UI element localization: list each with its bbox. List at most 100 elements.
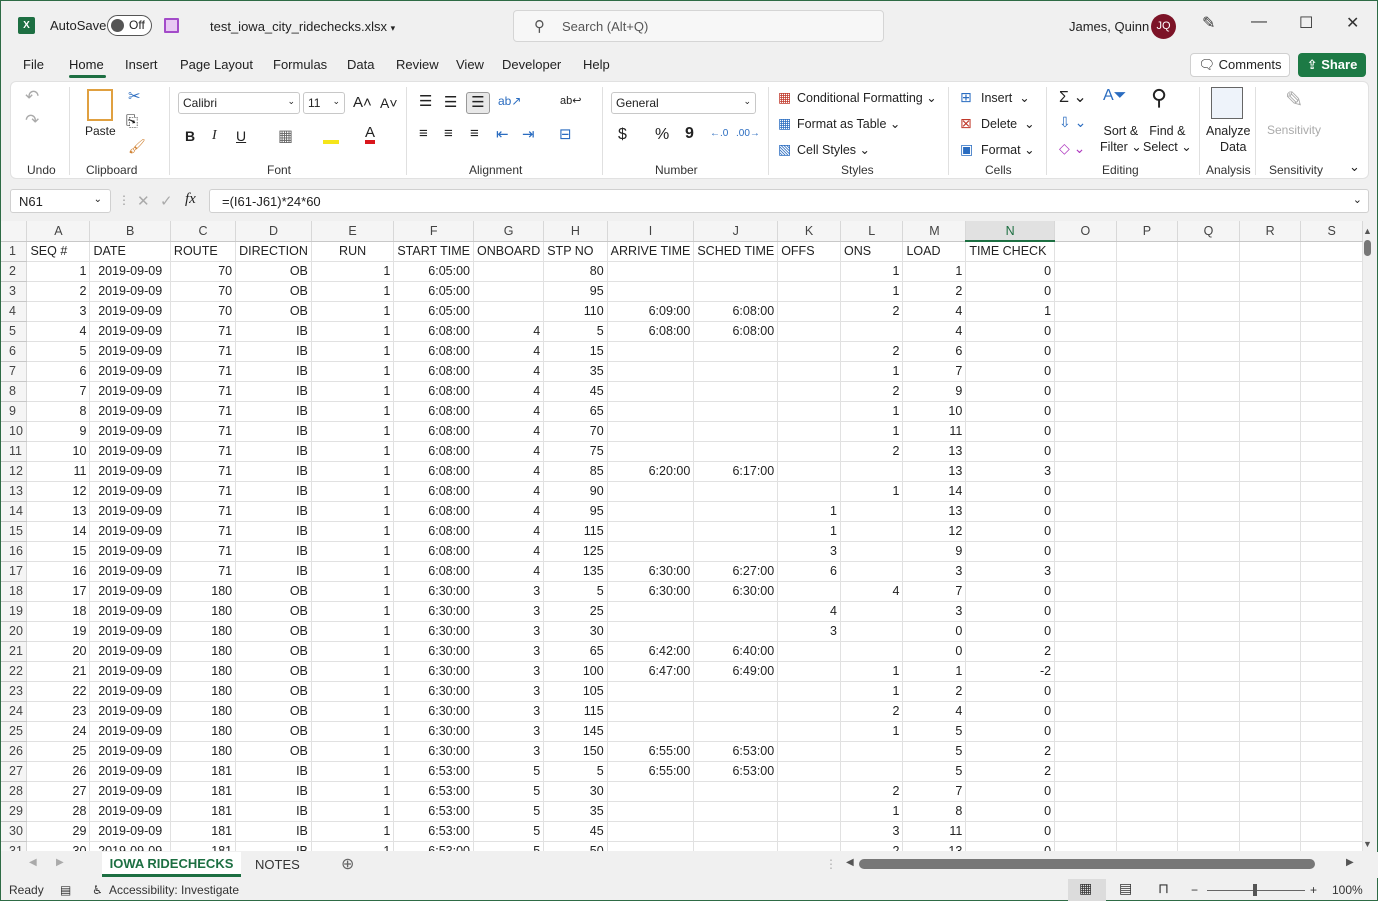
decrease-decimal-icon[interactable]: .00→ xyxy=(736,128,760,139)
cell[interactable] xyxy=(1054,481,1117,502)
cell[interactable]: 1 xyxy=(311,741,395,762)
row-header[interactable]: 9 xyxy=(1,401,28,422)
cell[interactable]: IB xyxy=(235,361,312,382)
split-handle-icon[interactable]: ⋮ xyxy=(825,857,837,871)
cell[interactable] xyxy=(607,681,695,702)
cell[interactable]: 1 xyxy=(311,421,395,442)
cell[interactable]: 6:08:00 xyxy=(393,341,475,362)
cell[interactable] xyxy=(840,741,904,762)
cell[interactable]: 1 xyxy=(840,281,904,302)
cell[interactable] xyxy=(1116,381,1179,402)
increase-font-icon[interactable]: A˄ xyxy=(353,94,372,111)
cell[interactable]: 2019-09-09 xyxy=(89,361,171,382)
cell[interactable]: 2019-09-09 xyxy=(89,601,171,622)
cell[interactable]: 2019-09-09 xyxy=(89,381,171,402)
cell[interactable] xyxy=(693,341,779,362)
cell[interactable] xyxy=(1177,461,1240,482)
cell[interactable] xyxy=(1239,841,1302,851)
cell[interactable] xyxy=(1116,301,1179,322)
cell[interactable]: 6:55:00 xyxy=(607,761,695,782)
cell[interactable]: 3 xyxy=(473,581,545,602)
cell[interactable] xyxy=(1116,761,1179,782)
cell[interactable]: 75 xyxy=(543,441,608,462)
autosum-icon[interactable]: Σ ⌄ xyxy=(1059,87,1087,107)
cell[interactable] xyxy=(1177,841,1240,851)
cell[interactable] xyxy=(607,281,695,302)
cell[interactable] xyxy=(840,521,904,542)
cell[interactable]: 71 xyxy=(170,501,237,522)
cell[interactable] xyxy=(1300,301,1363,322)
cell[interactable]: 1 xyxy=(777,501,841,522)
tab-home[interactable]: Home xyxy=(69,57,104,72)
cell[interactable]: 6:27:00 xyxy=(693,561,779,582)
cell[interactable]: 21 xyxy=(26,661,91,682)
row-header[interactable]: 14 xyxy=(1,501,28,522)
cell[interactable]: 71 xyxy=(170,381,237,402)
cell[interactable] xyxy=(777,441,841,462)
cell[interactable] xyxy=(1116,481,1179,502)
cell[interactable]: 6:08:00 xyxy=(393,421,475,442)
cell[interactable] xyxy=(1177,321,1240,342)
cell[interactable]: 13 xyxy=(902,461,967,482)
cell[interactable]: 6:08:00 xyxy=(393,521,475,542)
cell[interactable] xyxy=(1300,821,1363,842)
cell[interactable] xyxy=(777,261,841,282)
cell[interactable]: 3 xyxy=(473,621,545,642)
column-header[interactable]: J xyxy=(693,221,779,242)
cell[interactable]: 16 xyxy=(26,561,91,582)
cell[interactable] xyxy=(1300,521,1363,542)
cell[interactable]: 15 xyxy=(543,341,608,362)
cell[interactable] xyxy=(1177,421,1240,442)
zoom-slider-thumb[interactable] xyxy=(1253,884,1257,896)
row-header[interactable]: 23 xyxy=(1,681,28,702)
cell[interactable] xyxy=(693,441,779,462)
wrap-text-icon[interactable]: ab↩ xyxy=(560,94,581,107)
format-cells-button[interactable]: Format ⌄ xyxy=(981,142,1035,157)
cell[interactable]: 14 xyxy=(902,481,967,502)
header-cell[interactable]: DIRECTION xyxy=(235,241,312,262)
cell[interactable]: IB xyxy=(235,841,312,851)
cell[interactable]: 0 xyxy=(902,641,967,662)
row-header[interactable]: 1 xyxy=(1,241,28,262)
cell[interactable]: OB xyxy=(235,721,312,742)
cell[interactable]: 13 xyxy=(26,501,91,522)
cell[interactable] xyxy=(1177,281,1240,302)
cell[interactable]: 6:30:00 xyxy=(393,621,475,642)
column-header[interactable]: S xyxy=(1300,221,1363,242)
bottom-align-icon[interactable]: ☰ xyxy=(466,92,490,114)
cell[interactable]: 11 xyxy=(902,821,967,842)
cell[interactable]: 71 xyxy=(170,461,237,482)
cell[interactable]: 6:30:00 xyxy=(393,681,475,702)
cell[interactable] xyxy=(1300,621,1363,642)
cell[interactable]: 35 xyxy=(543,801,608,822)
cell[interactable]: 6:30:00 xyxy=(393,721,475,742)
cell[interactable]: 7 xyxy=(26,381,91,402)
cell[interactable]: 7 xyxy=(902,781,967,802)
cell[interactable]: 0 xyxy=(965,281,1056,302)
undo-icon[interactable]: ↶ xyxy=(25,87,39,107)
cell[interactable] xyxy=(1239,681,1302,702)
cell[interactable] xyxy=(693,421,779,442)
header-cell[interactable]: TIME CHECK xyxy=(965,241,1056,262)
cell[interactable] xyxy=(693,281,779,302)
increase-decimal-icon[interactable]: ←.0 xyxy=(710,128,728,139)
header-cell[interactable]: SCHED TIME xyxy=(693,241,779,262)
header-cell[interactable]: ONBOARD xyxy=(473,241,545,262)
cell[interactable] xyxy=(1054,401,1117,422)
cell[interactable]: 0 xyxy=(965,501,1056,522)
cell[interactable]: 11 xyxy=(26,461,91,482)
column-header[interactable]: F xyxy=(393,221,475,242)
cell[interactable] xyxy=(1054,741,1117,762)
cell[interactable] xyxy=(1054,601,1117,622)
cell[interactable] xyxy=(1054,541,1117,562)
cell[interactable]: 15 xyxy=(26,541,91,562)
cell[interactable]: 0 xyxy=(965,441,1056,462)
cell[interactable] xyxy=(607,601,695,622)
cell[interactable]: 23 xyxy=(26,701,91,722)
cell[interactable]: 1 xyxy=(902,261,967,282)
cell[interactable]: 71 xyxy=(170,541,237,562)
cell[interactable] xyxy=(607,721,695,742)
cell[interactable] xyxy=(607,841,695,851)
cell[interactable]: 14 xyxy=(26,521,91,542)
cell[interactable] xyxy=(1116,601,1179,622)
